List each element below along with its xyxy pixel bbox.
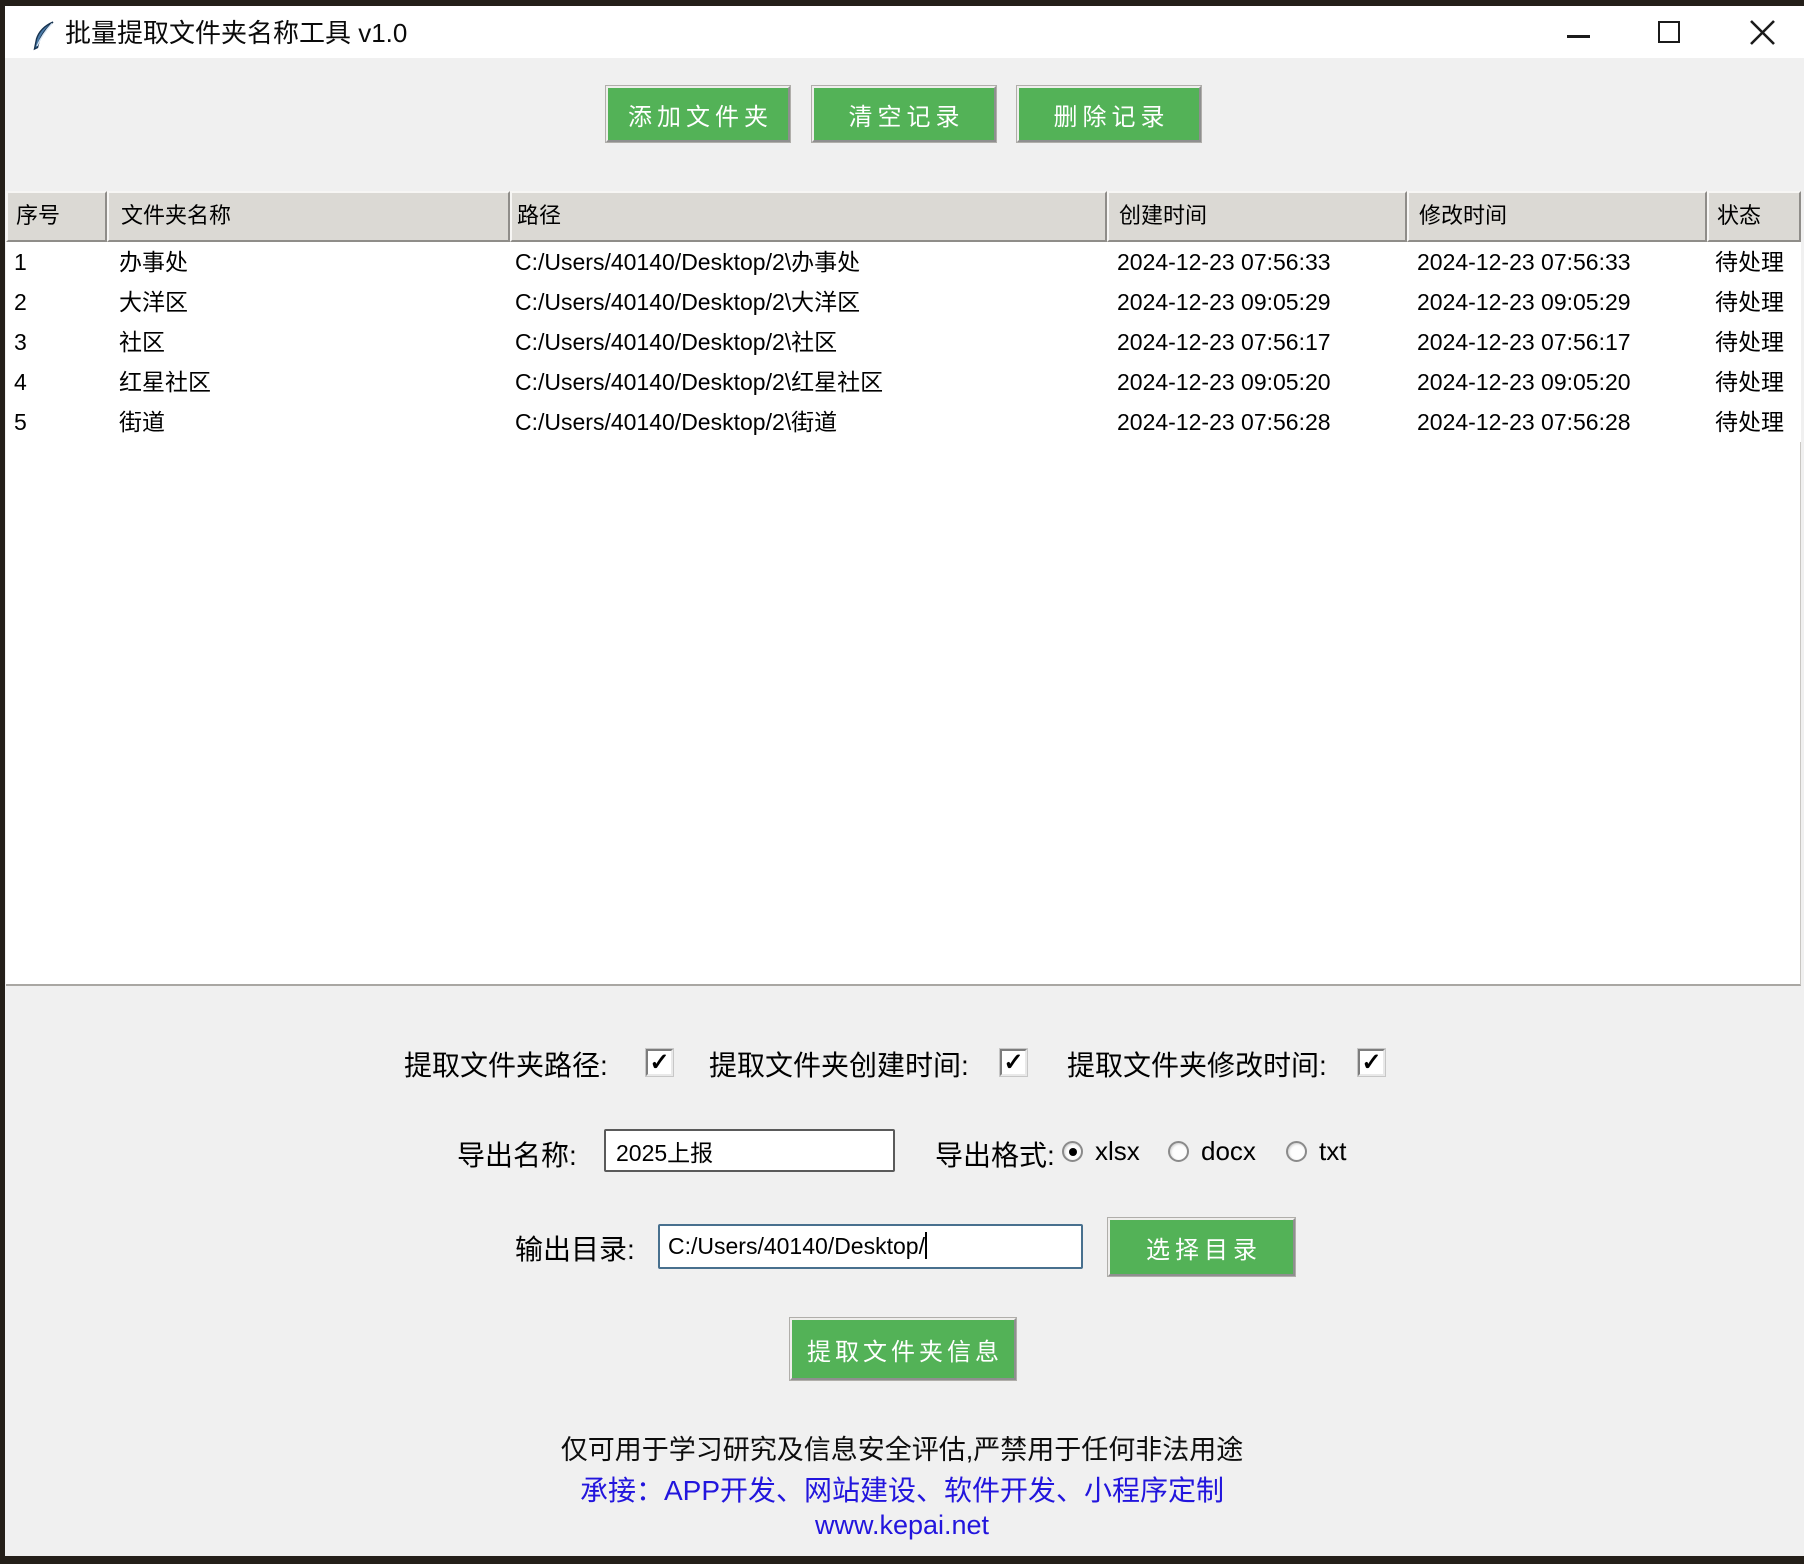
cell-name: 办事处 [107,242,510,282]
cell-path: C:/Users/40140/Desktop/2\社区 [510,322,1107,362]
cell-name: 大洋区 [107,282,510,322]
services-link[interactable]: 承接：APP开发、网站建设、软件开发、小程序定制 [0,1469,1804,1509]
cell-index: 1 [6,242,107,282]
maximize-icon [1658,21,1680,43]
disclaimer-text: 仅可用于学习研究及信息安全评估,严禁用于任何非法用途 [0,1428,1804,1467]
column-header-status[interactable]: 状态 [1707,191,1801,242]
table-row[interactable]: 1 办事处 C:/Users/40140/Desktop/2\办事处 2024-… [6,242,1801,282]
minimize-button[interactable] [1543,6,1613,58]
close-icon [1749,19,1776,46]
cell-created: 2024-12-23 07:56:33 [1107,242,1407,282]
table-row[interactable]: 3 社区 C:/Users/40140/Desktop/2\社区 2024-12… [6,322,1801,362]
extract-path-label: 提取文件夹路径: [404,1044,608,1084]
export-format-label: 导出格式: [935,1134,1055,1174]
export-name-label: 导出名称: [457,1134,577,1174]
column-header-index[interactable]: 序号 [6,191,107,242]
table-row[interactable]: 5 街道 C:/Users/40140/Desktop/2\街道 2024-12… [6,402,1801,442]
cell-modified: 2024-12-23 07:56:17 [1407,322,1707,362]
table-row[interactable]: 4 红星社区 C:/Users/40140/Desktop/2\红星社区 202… [6,362,1801,402]
cell-modified: 2024-12-23 09:05:20 [1407,362,1707,402]
cell-path: C:/Users/40140/Desktop/2\红星社区 [510,362,1107,402]
format-radio-xlsx[interactable] [1062,1141,1083,1162]
window-frame-bottom [0,1556,1804,1564]
format-radio-txt-label[interactable]: txt [1319,1136,1346,1167]
cell-status: 待处理 [1707,362,1801,402]
cell-index: 2 [6,282,107,322]
extract-modified-checkbox[interactable]: ✓ [1358,1049,1385,1076]
cell-index: 4 [6,362,107,402]
output-dir-label: 输出目录: [515,1228,635,1268]
cell-created: 2024-12-23 09:05:20 [1107,362,1407,402]
cell-index: 5 [6,402,107,442]
format-radio-docx-label[interactable]: docx [1201,1136,1256,1167]
cell-path: C:/Users/40140/Desktop/2\街道 [510,402,1107,442]
column-header-path[interactable]: 路径 [510,191,1107,242]
close-button[interactable] [1727,6,1797,58]
extract-created-label: 提取文件夹创建时间: [709,1044,969,1084]
format-radio-xlsx-label[interactable]: xlsx [1095,1136,1140,1167]
cell-path: C:/Users/40140/Desktop/2\办事处 [510,242,1107,282]
window-frame-left [0,0,5,1564]
table-row[interactable]: 2 大洋区 C:/Users/40140/Desktop/2\大洋区 2024-… [6,282,1801,322]
extract-created-checkbox[interactable]: ✓ [1000,1049,1027,1076]
column-header-created[interactable]: 创建时间 [1107,191,1407,242]
cell-status: 待处理 [1707,322,1801,362]
cell-name: 红星社区 [107,362,510,402]
title-bar: 批量提取文件夹名称工具 v1.0 [5,6,1804,58]
clear-records-button[interactable]: 清空记录 [812,86,996,142]
website-link[interactable]: www.kepai.net [0,1510,1804,1541]
output-dir-input[interactable]: C:/Users/40140/Desktop/ [658,1224,1083,1269]
extract-modified-label: 提取文件夹修改时间: [1067,1044,1327,1084]
add-folder-button[interactable]: 添加文件夹 [606,86,790,142]
cell-status: 待处理 [1707,242,1801,282]
cell-status: 待处理 [1707,282,1801,322]
export-name-input[interactable] [604,1129,895,1172]
cell-modified: 2024-12-23 09:05:29 [1407,282,1707,322]
format-radio-txt[interactable] [1286,1141,1307,1162]
cell-modified: 2024-12-23 07:56:28 [1407,402,1707,442]
cell-created: 2024-12-23 07:56:17 [1107,322,1407,362]
cell-path: C:/Users/40140/Desktop/2\大洋区 [510,282,1107,322]
window-frame-top [0,0,1804,6]
folder-table: 序号 文件夹名称 路径 创建时间 修改时间 状态 1 办事处 C:/Users/… [6,191,1801,986]
cell-created: 2024-12-23 07:56:28 [1107,402,1407,442]
column-header-modified[interactable]: 修改时间 [1407,191,1707,242]
output-dir-value: C:/Users/40140/Desktop/ [668,1233,925,1259]
cell-created: 2024-12-23 09:05:29 [1107,282,1407,322]
choose-directory-button[interactable]: 选择目录 [1108,1218,1295,1276]
delete-records-button[interactable]: 删除记录 [1017,86,1201,142]
cell-modified: 2024-12-23 07:56:33 [1407,242,1707,282]
column-header-name[interactable]: 文件夹名称 [107,191,510,242]
maximize-button[interactable] [1634,6,1704,58]
minimize-icon [1567,35,1590,38]
python-feather-icon [32,21,56,51]
cell-index: 3 [6,322,107,362]
extract-folder-info-button[interactable]: 提取文件夹信息 [790,1318,1016,1380]
text-cursor [925,1232,927,1259]
format-radio-docx[interactable] [1168,1141,1189,1162]
extract-path-checkbox[interactable]: ✓ [646,1049,673,1076]
window-title: 批量提取文件夹名称工具 v1.0 [65,6,407,58]
cell-name: 街道 [107,402,510,442]
cell-status: 待处理 [1707,402,1801,442]
cell-name: 社区 [107,322,510,362]
